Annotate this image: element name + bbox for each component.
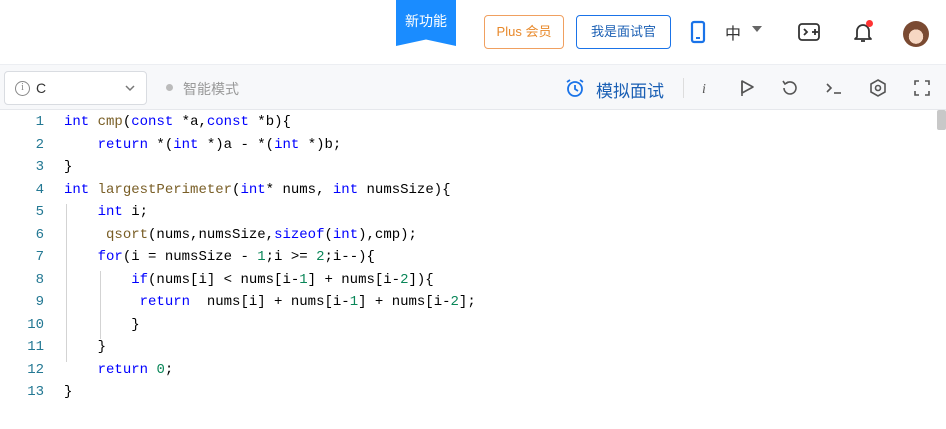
- plus-member-button[interactable]: Plus 会员: [484, 15, 564, 49]
- code-editor[interactable]: 1 2 3 4 5 6 7 8 9 10 11 12 13 int cmp(co…: [0, 110, 946, 429]
- code-line: return 0;: [97, 361, 174, 378]
- line-number: 4: [35, 181, 44, 198]
- line-number: 13: [27, 384, 44, 400]
- reset-icon[interactable]: [779, 77, 801, 99]
- divider: [683, 78, 684, 98]
- line-number: 5: [35, 204, 44, 220]
- language-switch[interactable]: 中: [725, 20, 741, 44]
- code-line: }: [64, 316, 140, 333]
- smart-mode-dot: [166, 84, 173, 91]
- line-number: 8: [35, 271, 44, 288]
- line-number: 2: [35, 136, 44, 153]
- language-select[interactable]: i C: [4, 71, 147, 105]
- line-number: 1: [35, 114, 44, 130]
- code-line: int i;: [97, 204, 149, 220]
- run-flag-icon[interactable]: [736, 77, 758, 99]
- interviewer-button[interactable]: 我是面试官: [576, 15, 671, 49]
- code-line: }: [64, 384, 73, 400]
- smart-mode-toggle[interactable]: 智能模式: [183, 79, 239, 99]
- editor-toolbar: i C 智能模式 模拟面试 i: [0, 64, 946, 110]
- line-number: 9: [35, 294, 44, 310]
- code-line: }: [64, 159, 73, 175]
- code-line: int largestPerimeter(int* nums, int nums…: [64, 181, 451, 198]
- top-nav: 新功能 Plus 会员 我是面试官 中: [0, 0, 946, 64]
- settings-icon[interactable]: [867, 77, 889, 99]
- new-feature-badge[interactable]: 新功能: [396, 0, 456, 46]
- mobile-icon[interactable]: [686, 20, 710, 44]
- code-line: return nums[i] + nums[i-1] + nums[i-2];: [139, 294, 476, 310]
- code-line: if(nums[i] < nums[i-1] + nums[i-2]){: [131, 271, 434, 288]
- line-number: 6: [35, 226, 44, 243]
- console-icon[interactable]: [823, 77, 845, 99]
- alarm-clock-icon[interactable]: [565, 76, 585, 100]
- notification-dot: [866, 20, 873, 27]
- line-number: 11: [27, 339, 44, 355]
- caret-down-icon[interactable]: [752, 26, 762, 32]
- fullscreen-icon[interactable]: [911, 77, 933, 99]
- line-number: 10: [27, 316, 44, 333]
- mock-interview-button[interactable]: 模拟面试: [596, 77, 664, 102]
- chevron-down-icon: [125, 85, 135, 92]
- scrollbar[interactable]: [937, 110, 946, 130]
- code-line: qsort(nums,numsSize,sizeof(int),cmp);: [106, 226, 417, 243]
- line-number: 3: [35, 159, 44, 175]
- avatar[interactable]: [903, 21, 929, 47]
- code-line: int cmp(const *a,const *b){: [64, 114, 291, 130]
- line-number: 7: [35, 249, 44, 265]
- info-icon: i: [15, 81, 30, 96]
- code-line: for(i = numsSize - 1;i >= 2;i--){: [97, 249, 375, 265]
- code-line: return *(int *)a - *(int *)b;: [97, 136, 342, 153]
- playground-icon[interactable]: [797, 20, 821, 44]
- language-value: C: [36, 80, 47, 96]
- italic-info-icon[interactable]: i: [693, 77, 715, 99]
- line-number: 12: [27, 361, 44, 378]
- svg-text:i: i: [702, 82, 706, 97]
- code-line: }: [64, 339, 107, 355]
